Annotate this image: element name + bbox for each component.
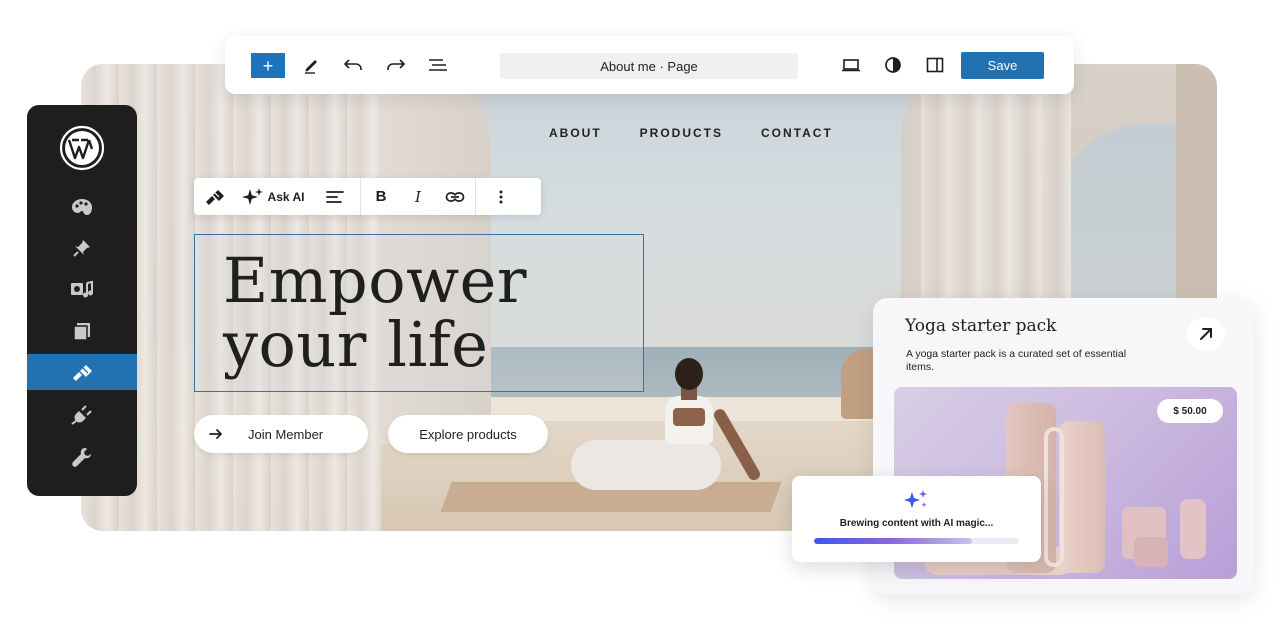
ai-status-text: Brewing content with AI magic... xyxy=(839,518,994,529)
more-vertical-icon xyxy=(499,190,503,203)
desktop-preview-icon xyxy=(842,59,860,72)
settings-sidebar-toggle[interactable] xyxy=(923,53,947,77)
bold-button[interactable]: B xyxy=(361,178,401,215)
ai-sparkles-icon xyxy=(904,490,927,508)
ai-progress-bar xyxy=(814,538,1019,544)
hero-nav: ABOUT PRODUCTS CONTACT xyxy=(549,126,833,140)
sidebar-item-tools[interactable] xyxy=(27,439,137,475)
person-back xyxy=(673,408,705,426)
explore-products-button[interactable]: Explore products xyxy=(388,415,548,453)
tools-icon xyxy=(72,448,91,467)
align-button[interactable] xyxy=(310,178,360,215)
wordpress-logo-icon xyxy=(59,125,105,171)
ai-progress-fill xyxy=(814,538,972,544)
product-description: A yoga starter pack is a curated set of … xyxy=(906,348,1127,373)
align-icon xyxy=(326,190,344,203)
redo-icon xyxy=(387,59,406,70)
arrow-up-right-icon xyxy=(1200,328,1212,340)
sidebar-item-pages[interactable] xyxy=(27,313,137,349)
italic-button[interactable]: I xyxy=(401,178,435,215)
sidebar-toggle-icon xyxy=(926,57,944,73)
sidebar-item-plugins[interactable] xyxy=(27,397,137,433)
save-button[interactable]: Save xyxy=(961,52,1044,79)
redo-button[interactable] xyxy=(384,53,408,77)
join-member-button[interactable]: Join Member xyxy=(194,415,368,453)
undo-icon xyxy=(343,59,362,70)
more-options-button[interactable] xyxy=(476,178,526,215)
product-image-block xyxy=(1134,537,1168,567)
selected-heading-block[interactable]: Empower your life xyxy=(194,234,644,392)
sidebar-item-media[interactable] xyxy=(27,272,137,308)
plugins-icon xyxy=(71,405,92,425)
nav-link-products[interactable]: PRODUCTS xyxy=(640,126,723,140)
arrow-right-icon xyxy=(209,429,222,439)
join-member-label: Join Member xyxy=(248,426,324,442)
sidebar-item-posts[interactable] xyxy=(27,230,137,266)
hero-headline[interactable]: Empower your life xyxy=(223,249,527,377)
sidebar-item-styles[interactable] xyxy=(27,189,137,225)
explore-products-label: Explore products xyxy=(419,426,517,442)
product-image-bottle xyxy=(1180,499,1206,559)
product-open-button[interactable] xyxy=(1187,317,1225,351)
contrast-icon xyxy=(885,57,901,73)
ai-progress-toast: Brewing content with AI magic... xyxy=(792,476,1041,562)
preview-device-button[interactable] xyxy=(839,53,863,77)
add-block-button[interactable]: + xyxy=(251,53,285,78)
editor-top-bar: + About me · Page Save xyxy=(225,36,1074,94)
editor-stage: ABOUT PRODUCTS CONTACT Empower your life… xyxy=(0,0,1280,630)
link-button[interactable] xyxy=(435,178,475,215)
admin-sidebar xyxy=(27,105,137,496)
pages-icon xyxy=(73,323,90,341)
palette-icon xyxy=(72,199,92,215)
list-view-icon xyxy=(429,59,447,71)
appearance-brush-icon xyxy=(73,365,92,381)
wordpress-logo[interactable] xyxy=(52,124,112,172)
edit-tool-button[interactable] xyxy=(300,53,324,77)
nav-link-about[interactable]: ABOUT xyxy=(549,126,602,140)
sparkles-icon xyxy=(241,187,263,205)
person-legs xyxy=(571,440,721,490)
product-image-strap xyxy=(1044,427,1064,567)
product-title: Yoga starter pack xyxy=(905,316,1057,336)
ask-ai-button[interactable]: Ask AI xyxy=(236,178,310,215)
product-image-mat xyxy=(1059,421,1105,573)
document-title[interactable]: About me · Page xyxy=(500,53,798,79)
sidebar-item-appearance[interactable] xyxy=(27,354,137,390)
link-icon xyxy=(445,191,465,202)
block-style-button[interactable] xyxy=(194,178,236,215)
person-head xyxy=(675,358,703,390)
list-view-button[interactable] xyxy=(426,53,450,77)
brush-icon xyxy=(206,189,224,205)
style-variation-button[interactable] xyxy=(881,53,905,77)
undo-button[interactable] xyxy=(341,53,365,77)
ask-ai-label: Ask AI xyxy=(267,189,305,204)
plus-icon: + xyxy=(262,55,274,76)
pin-icon xyxy=(73,240,90,257)
pencil-icon xyxy=(305,60,317,74)
nav-link-contact[interactable]: CONTACT xyxy=(761,126,833,140)
media-icon xyxy=(71,280,93,298)
price-badge: $ 50.00 xyxy=(1157,399,1223,423)
document-title-label: About me · Page xyxy=(600,58,698,74)
block-toolbar: Ask AI B I xyxy=(194,178,541,215)
